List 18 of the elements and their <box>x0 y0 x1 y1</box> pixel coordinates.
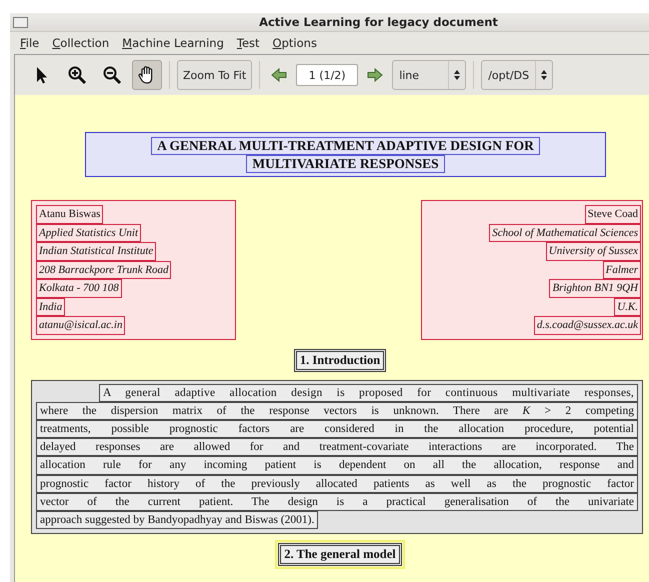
menu-item[interactable]: Options <box>272 36 317 50</box>
section-heading: 1. Introduction <box>294 348 386 372</box>
mode-dropdown[interactable]: line <box>392 60 466 90</box>
spinner-icon <box>540 69 548 81</box>
menu-item[interactable]: Machine Learning <box>122 36 224 50</box>
window-icon[interactable] <box>13 16 28 28</box>
spinner-icon <box>453 69 462 81</box>
section-heading: 2. The general model <box>278 543 402 566</box>
forward-arrow-icon[interactable] <box>367 68 384 82</box>
hand-icon[interactable] <box>132 60 162 90</box>
back-arrow-icon[interactable] <box>271 68 288 82</box>
page-field[interactable]: 1 (1/2) <box>296 64 358 86</box>
menu-item[interactable]: File <box>20 36 40 50</box>
window-title: Active Learning for legacy document <box>258 15 499 29</box>
menu-item[interactable]: Test <box>236 36 260 50</box>
menu-item[interactable]: Collection <box>52 36 110 50</box>
path-dropdown[interactable]: /opt/DS <box>481 60 554 90</box>
zoom-to-fit-button[interactable]: Zoom To Fit <box>177 60 252 90</box>
